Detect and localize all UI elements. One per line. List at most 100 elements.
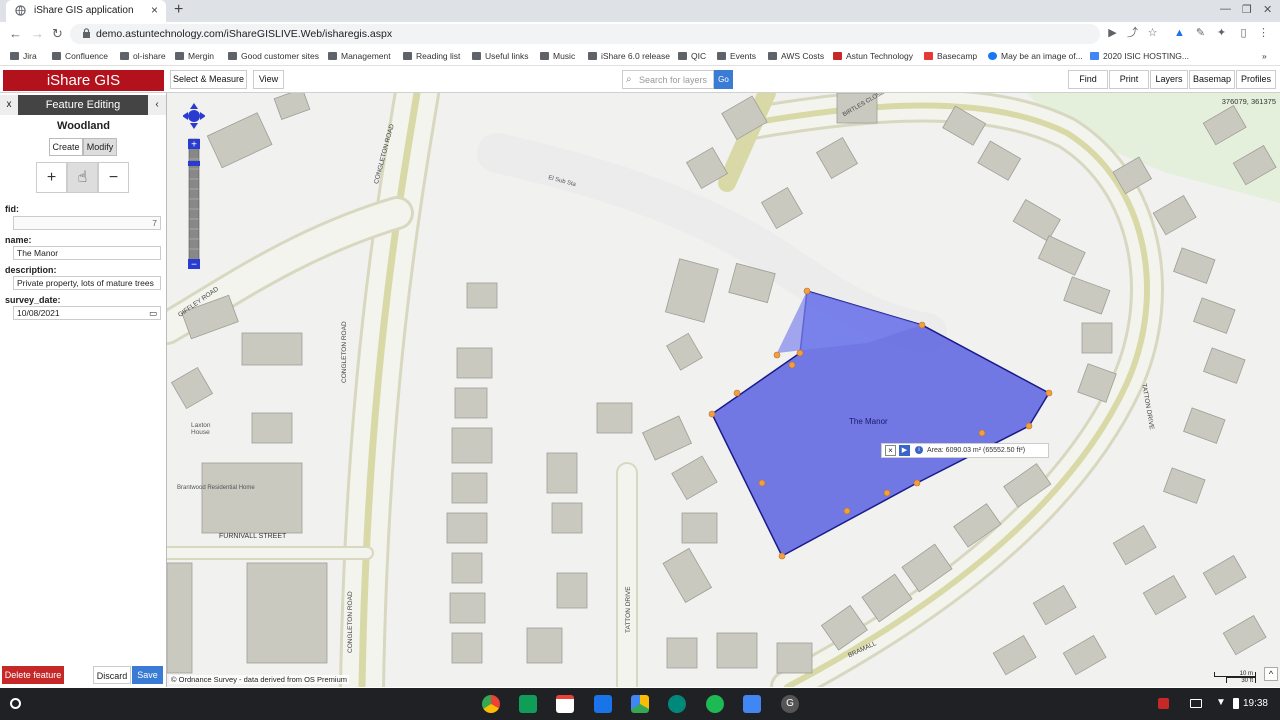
- browser-tab[interactable]: iShare GIS application ×: [6, 0, 166, 22]
- folder-icon: [175, 52, 184, 60]
- spotify-icon[interactable]: [706, 695, 724, 713]
- delete-feature-button[interactable]: Delete feature: [2, 666, 64, 684]
- lock-icon: [83, 28, 90, 38]
- minimize-icon[interactable]: —: [1220, 3, 1231, 15]
- bookmark-label: Mergin: [188, 51, 214, 61]
- map-canvas[interactable]: CONGLETON ROAD CONGLETON ROAD GIFFLEY RO…: [167, 93, 1280, 687]
- close-panel-button[interactable]: x: [0, 95, 18, 115]
- select-measure-button[interactable]: Select & Measure: [170, 70, 247, 89]
- view-button[interactable]: View: [253, 70, 284, 89]
- zoom-control[interactable]: + −: [183, 99, 205, 271]
- search-icon: ⌕: [626, 74, 632, 85]
- close-window-icon[interactable]: ✕: [1263, 3, 1272, 16]
- sidebar-icon[interactable]: ▯: [1237, 27, 1250, 40]
- bookmark-item[interactable]: ol-ishare: [120, 51, 166, 61]
- bookmark-item[interactable]: Useful links: [472, 51, 528, 61]
- layers-button[interactable]: Layers: [1150, 70, 1188, 89]
- screen-icon[interactable]: [1190, 699, 1202, 708]
- folder-icon: [768, 52, 777, 60]
- google-icon[interactable]: G: [781, 695, 799, 713]
- bookmark-item[interactable]: Confluence: [52, 51, 108, 61]
- fid-label: fid:: [5, 204, 19, 214]
- bookmark-item[interactable]: iShare 6.0 release: [588, 51, 670, 61]
- go-button[interactable]: Go: [714, 70, 733, 89]
- drive-icon[interactable]: [631, 695, 649, 713]
- url-field[interactable]: demo.astuntechnology.com/iShareGISLIVE.W…: [70, 24, 1100, 44]
- battery-icon[interactable]: [1233, 698, 1239, 709]
- star-icon[interactable]: ☆: [1146, 27, 1159, 40]
- reload-icon[interactable]: ↻: [52, 26, 63, 42]
- remove-vertex-tool[interactable]: −: [98, 162, 129, 193]
- bookmark-item[interactable]: May be an image of...: [988, 51, 1083, 61]
- meet-icon[interactable]: [668, 695, 686, 713]
- folder-icon: [228, 52, 237, 60]
- collapse-panel-button[interactable]: ‹: [148, 95, 166, 115]
- chrome-icon[interactable]: [482, 695, 500, 713]
- bookmark-item[interactable]: AWS Costs: [768, 51, 824, 61]
- forward-icon[interactable]: →: [31, 26, 44, 41]
- menu-dots-icon[interactable]: ⋮: [1257, 27, 1270, 40]
- name-field[interactable]: The Manor: [13, 246, 161, 260]
- bookmark-item[interactable]: 2020 ISIC HOSTING...: [1090, 51, 1189, 61]
- bookmark-item[interactable]: Music: [540, 51, 575, 61]
- find-button[interactable]: Find: [1068, 70, 1108, 89]
- tools-extension-icon[interactable]: ✎: [1194, 27, 1207, 40]
- gmail-icon[interactable]: [556, 695, 574, 713]
- new-tab-icon[interactable]: +: [174, 1, 183, 19]
- wifi-icon[interactable]: ▼: [1216, 697, 1226, 708]
- address-bar-row: ← → ↻ demo.astuntechnology.com/iShareGIS…: [0, 22, 1280, 46]
- calendar-icon[interactable]: ▭: [149, 307, 157, 319]
- create-mode-button[interactable]: Create: [49, 138, 83, 156]
- bookmark-item[interactable]: Jira: [10, 51, 37, 61]
- pan-icon[interactable]: [183, 103, 205, 129]
- calendar-app-icon[interactable]: [743, 695, 761, 713]
- close-tab-icon[interactable]: ×: [151, 3, 158, 17]
- maximize-icon[interactable]: ❐: [1242, 3, 1252, 16]
- name-label: name:: [5, 235, 32, 245]
- bookmark-item[interactable]: Events: [717, 51, 756, 61]
- bookmark-label: May be an image of...: [1001, 51, 1083, 61]
- record-icon[interactable]: [1158, 698, 1169, 709]
- bookmark-item[interactable]: Basecamp: [924, 51, 977, 61]
- back-icon[interactable]: ←: [9, 26, 22, 41]
- street-label: TATTON DRIVE: [625, 586, 632, 633]
- bookmark-label: iShare 6.0 release: [601, 51, 670, 61]
- bookmark-label: AWS Costs: [781, 51, 825, 61]
- share-icon[interactable]: ⤴: [1126, 27, 1139, 40]
- bookmark-item[interactable]: Reading list: [403, 51, 460, 61]
- basemap-button[interactable]: Basemap: [1189, 70, 1235, 89]
- modify-mode-button[interactable]: Modify: [83, 138, 117, 156]
- profiles-button[interactable]: Profiles: [1236, 70, 1276, 89]
- browser-tab-strip: iShare GIS application × + — ❐ ✕: [0, 0, 1280, 22]
- bookmark-label: Jira: [23, 51, 37, 61]
- hand-icon[interactable]: ☝: [67, 162, 98, 193]
- save-button[interactable]: Save: [132, 666, 163, 684]
- close-icon[interactable]: ×: [885, 445, 896, 456]
- clock[interactable]: 19:38: [1243, 698, 1268, 709]
- layer-search-input[interactable]: ⌕ Search for layers: [622, 70, 714, 89]
- bookmark-item[interactable]: Management: [328, 51, 391, 61]
- folder-icon: [403, 52, 412, 60]
- folder-icon: [678, 52, 687, 60]
- survey-date-field[interactable]: 10/08/2021 ▭: [13, 306, 161, 320]
- sheets-icon[interactable]: [519, 695, 537, 713]
- add-vertex-tool[interactable]: +: [36, 162, 67, 193]
- bookmark-item[interactable]: QIC: [678, 51, 706, 61]
- drive-extension-icon[interactable]: ▲: [1173, 27, 1186, 40]
- bookmark-item[interactable]: Good customer sites: [228, 51, 319, 61]
- bookmark-item[interactable]: Astun Technology: [833, 51, 913, 61]
- more-bookmarks-icon[interactable]: »: [1262, 51, 1267, 61]
- play-icon[interactable]: ▶: [899, 445, 910, 456]
- launcher-icon[interactable]: [10, 698, 21, 709]
- files-icon[interactable]: [594, 695, 612, 713]
- discard-button[interactable]: Discard: [93, 666, 131, 684]
- camera-icon[interactable]: ▶: [1106, 27, 1119, 40]
- print-button[interactable]: Print: [1109, 70, 1149, 89]
- chevron-up-icon[interactable]: ^: [1264, 667, 1278, 681]
- globe-icon: [15, 5, 26, 16]
- bookmark-item[interactable]: Mergin: [175, 51, 214, 61]
- folder-icon: [328, 52, 337, 60]
- description-field[interactable]: Private property, lots of mature trees: [13, 276, 161, 290]
- puzzle-icon[interactable]: ✦: [1215, 27, 1228, 40]
- bookmarks-bar: Jira Confluence ol-ishare Mergin Good cu…: [0, 46, 1280, 66]
